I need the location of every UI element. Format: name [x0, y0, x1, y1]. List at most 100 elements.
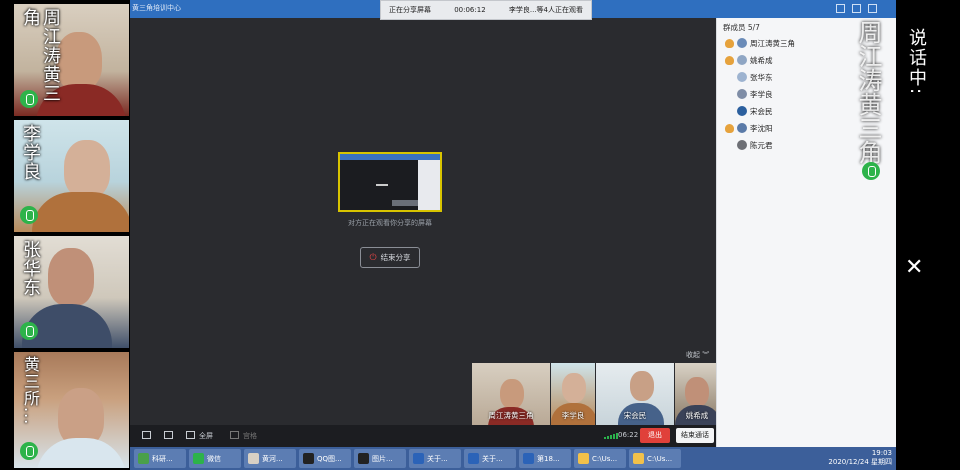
taskbar-item-label: 关于... — [427, 454, 448, 463]
participant-name: 张华东 — [20, 240, 41, 297]
taskbar-item[interactable]: C:\Us... — [629, 449, 681, 468]
fullscreen-label[interactable]: 全屏 — [199, 431, 213, 441]
call-timer: 06:22 — [618, 431, 639, 439]
taskbar-item[interactable]: 黄河... — [244, 449, 296, 468]
host-icon — [725, 123, 734, 133]
member-row[interactable]: 李学良 — [737, 87, 773, 101]
exit-button[interactable]: 退出 — [640, 428, 670, 443]
participant-thumbnail-strip: 周江涛黄三角 李学良 宋会民 姚希成 — [472, 363, 719, 425]
member-row[interactable]: 陈元君 — [737, 138, 773, 152]
member-count-title: 群成员 5/7 — [723, 23, 760, 32]
participant-name: 李学良 — [20, 124, 41, 181]
end-share-label: 结束分享 — [380, 253, 411, 262]
participant-thumbnail[interactable]: 姚希成 — [675, 363, 719, 425]
person-face — [64, 140, 110, 198]
clock-time: 19:03 — [871, 449, 892, 457]
end-share-button[interactable]: ⏻ 结束分享 — [360, 247, 420, 268]
taskbar-item[interactable]: 图片... — [354, 449, 406, 468]
participant-video-tile[interactable]: 李学良 — [14, 120, 129, 232]
preview-window — [376, 174, 388, 186]
app-title: 黄三角培训中心 — [132, 4, 181, 12]
system-tray-clock[interactable]: 19:03 2020/12/24 星期四 — [828, 449, 892, 467]
taskbar-item[interactable]: 关于... — [464, 449, 516, 468]
person-face — [630, 371, 654, 401]
preview-caption: 对方正在观看你分享的屏幕 — [348, 219, 432, 227]
participant-thumbnail[interactable]: 宋会民 — [596, 363, 674, 425]
close-icon[interactable] — [868, 4, 877, 13]
taskbar-item[interactable]: QQ图... — [299, 449, 351, 468]
participant-video-tile[interactable]: 张华东 — [14, 236, 129, 348]
thumbnail-name: 姚希成 — [685, 411, 709, 420]
wechat-icon — [193, 453, 204, 464]
member-row[interactable]: 李沈阳 — [725, 121, 773, 135]
person-face — [500, 379, 524, 409]
shared-screen-preview — [338, 152, 442, 212]
taskbar-item-label: 图片... — [372, 454, 393, 463]
avatar — [737, 123, 747, 133]
close-icon[interactable]: ✕ — [905, 256, 923, 280]
participant-thumbnail[interactable]: 李学良 — [551, 363, 595, 425]
member-name: 姚希成 — [750, 55, 773, 65]
windows-taskbar: 科研... 微信 黄河... QQ图... 图片... 关于... 关于... … — [130, 447, 896, 470]
app-icon — [248, 453, 259, 464]
taskbar-item-label: C:\Us... — [592, 454, 618, 463]
member-name: 张华东 — [750, 72, 773, 82]
mic-icon — [20, 322, 38, 340]
share-viewers: 李学良...等4人正在观看 — [508, 6, 583, 14]
word-icon — [523, 453, 534, 464]
maximize-icon[interactable] — [852, 4, 861, 13]
taskbar-item[interactable]: 科研... — [134, 449, 186, 468]
avatar — [737, 106, 747, 116]
fullscreen-icon[interactable] — [186, 431, 195, 439]
taskbar-item-label: 第18... — [537, 454, 560, 463]
taskbar-item[interactable]: 关于... — [409, 449, 461, 468]
avatar — [737, 38, 747, 48]
avatar — [737, 55, 747, 65]
end-call-button[interactable]: 结束通话 — [676, 428, 714, 443]
taskbar-item[interactable]: 第18... — [519, 449, 571, 468]
gallery-label[interactable]: 宫格 — [243, 431, 257, 441]
shared-screen: 黄三角培训中心 正在分享屏幕 00:06:12 李学良...等4人正在观看 对方… — [130, 0, 896, 470]
host-icon — [725, 38, 734, 48]
screenshot-root: 周江涛黄三角 李学良 张华东 黄三所... 黄三角培训中心 正在分享屏幕 00:… — [0, 0, 960, 470]
taskbar-item-label: 微信 — [207, 454, 221, 463]
taskbar-item[interactable]: 微信 — [189, 449, 241, 468]
person-face — [48, 248, 94, 306]
member-name: 宋会民 — [750, 106, 773, 116]
member-name: 周江涛黄三角 — [750, 38, 795, 48]
qq-icon — [303, 453, 314, 464]
host-icon — [725, 55, 734, 65]
share-duration: 00:06:12 — [454, 6, 486, 14]
person-face — [562, 373, 586, 403]
participant-video-tile[interactable]: 黄三所... — [14, 352, 129, 468]
thumbnail-name: 宋会民 — [623, 411, 647, 420]
grid-icon[interactable] — [230, 431, 239, 439]
collapse-label: 收起 — [686, 351, 700, 359]
person-face — [685, 377, 709, 407]
taskbar-item[interactable]: C:\Us... — [574, 449, 626, 468]
mic-icon — [20, 442, 38, 460]
speaker-overlay-name: 周江涛黄三角 — [854, 20, 882, 164]
thumbnail-name: 李学良 — [561, 411, 585, 420]
chat-icon[interactable] — [164, 431, 173, 439]
avatar — [737, 72, 747, 82]
member-row[interactable]: 宋会民 — [737, 104, 773, 118]
clock-date: 2020/12/24 星期四 — [828, 458, 892, 466]
folder-icon — [633, 453, 644, 464]
speaker-mic-icon — [862, 162, 880, 180]
member-row[interactable]: 周江涛黄三角 — [725, 36, 795, 50]
call-control-bar: 全屏 宫格 06:22 退出 结束通话 — [130, 425, 716, 447]
participant-video-tile[interactable]: 周江涛黄三角 — [14, 4, 129, 116]
preview-thumbnail-strip — [392, 200, 418, 206]
share-status: 正在分享屏幕 — [389, 6, 431, 14]
signal-strength-icon — [604, 433, 618, 439]
taskbar-item-label: 科研... — [152, 454, 173, 463]
member-row[interactable]: 张华东 — [737, 70, 773, 84]
collapse-button[interactable]: 收起 ︾ — [686, 350, 709, 360]
mic-icon — [20, 90, 38, 108]
qq-icon — [358, 453, 369, 464]
member-row[interactable]: 姚希成 — [725, 53, 773, 67]
minimize-icon[interactable] — [836, 4, 845, 13]
participant-thumbnail[interactable]: 周江涛黄三角 — [472, 363, 550, 425]
screen-icon[interactable] — [142, 431, 151, 439]
